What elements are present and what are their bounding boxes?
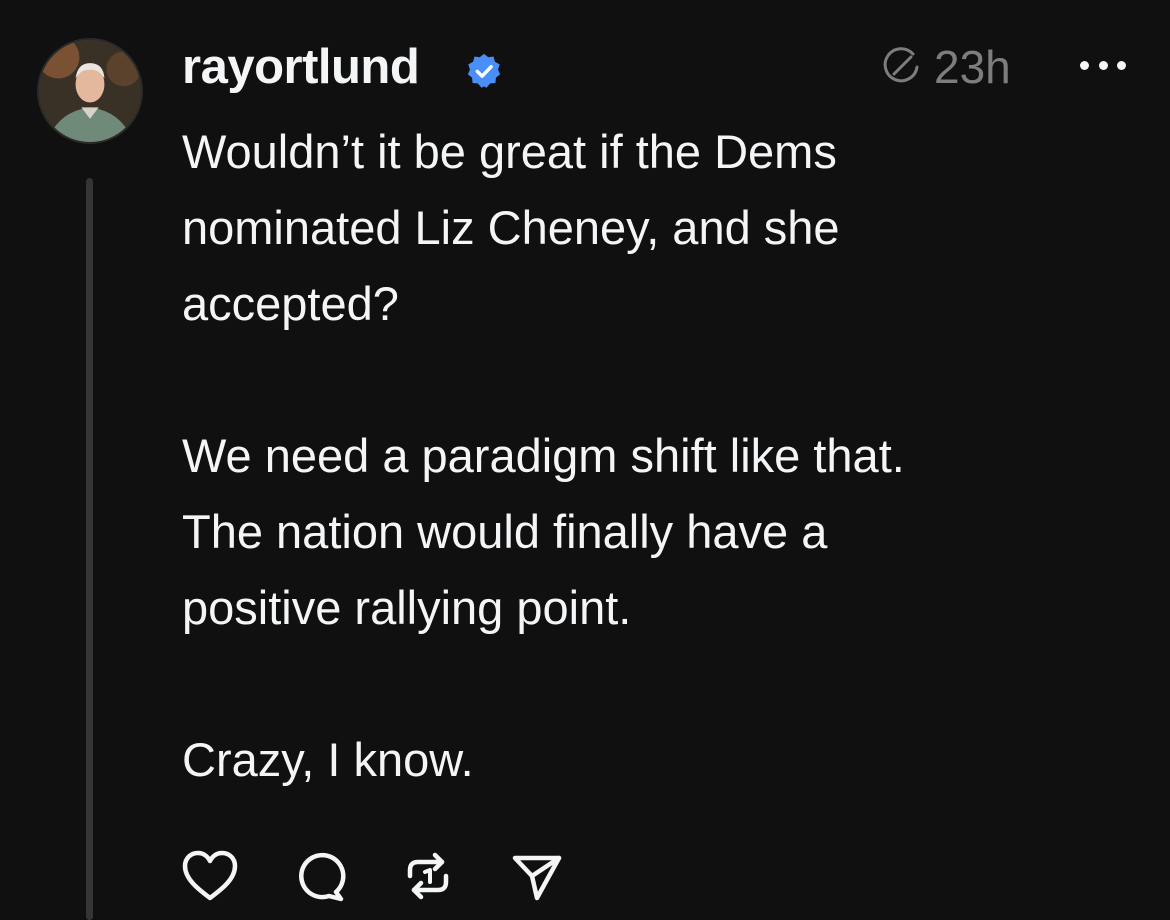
body-line: The nation would finally have a [182, 505, 828, 558]
post-body: Wouldn’t it be great if the Dems nominat… [182, 114, 1082, 798]
username[interactable]: rayortlund [182, 38, 420, 96]
body-line: nominated Liz Cheney, and she [182, 201, 840, 254]
body-paragraph: Crazy, I know. [182, 722, 1082, 798]
body-line: We need a paradigm shift like that. [182, 429, 905, 482]
edited-clock-icon [883, 47, 919, 83]
action-bar [180, 846, 616, 906]
thread-line [86, 178, 93, 920]
body-line: Crazy, I know. [182, 733, 474, 786]
body-paragraph: Wouldn’t it be great if the Dems nominat… [182, 114, 1082, 342]
repost-icon [407, 852, 449, 900]
body-line: Wouldn’t it be great if the Dems [182, 125, 837, 178]
like-button[interactable] [180, 846, 246, 906]
timestamp: 23h [878, 38, 1011, 96]
share-button[interactable] [507, 846, 573, 906]
heart-icon [182, 850, 238, 901]
comment-bubble-icon [299, 852, 346, 902]
more-options-icon[interactable] [1080, 50, 1126, 80]
send-icon [512, 855, 562, 901]
avatar[interactable] [37, 38, 143, 144]
verified-badge-icon [467, 53, 501, 88]
repost-button[interactable] [398, 846, 464, 906]
thread-post: rayortlund 23h Wouldn’t it be great if t… [0, 0, 1170, 920]
body-line: accepted? [182, 277, 399, 330]
body-line: positive rallying point. [182, 581, 632, 634]
timestamp-text: 23h [934, 41, 1011, 93]
reply-button[interactable] [289, 846, 355, 906]
body-paragraph: We need a paradigm shift like that. The … [182, 418, 1082, 646]
